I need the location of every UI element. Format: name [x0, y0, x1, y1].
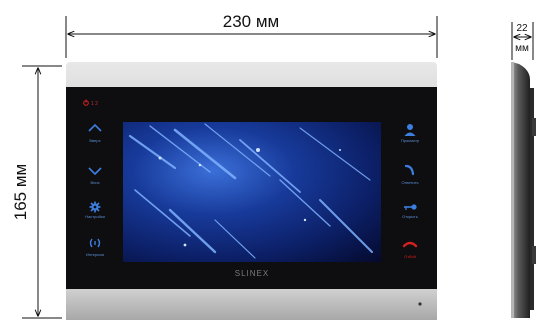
depth-dimension: 22 мм [511, 22, 534, 60]
microphone-hole [418, 302, 422, 306]
depth-unit: мм [515, 43, 529, 54]
silver-bottom-panel [66, 289, 437, 320]
view-button-label: Просмотр [401, 138, 420, 143]
intercom-button-label: Интерком [86, 252, 104, 257]
width-label: 230 мм [223, 12, 279, 31]
depth-value: 22 [516, 23, 528, 34]
monitor-side-view [511, 62, 536, 318]
hangup-button-label: Отбой [404, 254, 416, 259]
down-button-label: Вниз [91, 180, 100, 185]
screen-background [123, 122, 381, 262]
settings-button-label: Настройки [85, 214, 105, 219]
width-dimension: 230 мм [65, 12, 438, 58]
side-body [512, 62, 530, 318]
height-dimension: 165 мм [11, 65, 62, 319]
answer-button-label: Ответить [401, 180, 418, 185]
gear-icon [89, 201, 101, 213]
indicator-numbers: 1 2 [91, 101, 98, 107]
brand-logo: SLINEX [235, 269, 269, 278]
monitor-dimension-diagram: 230 мм 165 мм 22 мм 1 2 SLINEX Вверх Вни… [11, 12, 536, 320]
side-bracket-bottom [532, 246, 536, 264]
side-front-edge [511, 62, 514, 318]
height-label: 165 мм [11, 164, 30, 220]
monitor-front-view: 1 2 SLINEX Вверх Вниз Настройки Интерком… [66, 62, 437, 320]
open-button-label: Открыть [402, 214, 418, 219]
up-button-label: Вверх [89, 138, 100, 143]
lcd-screen [123, 122, 381, 262]
side-bracket-top [532, 118, 536, 136]
